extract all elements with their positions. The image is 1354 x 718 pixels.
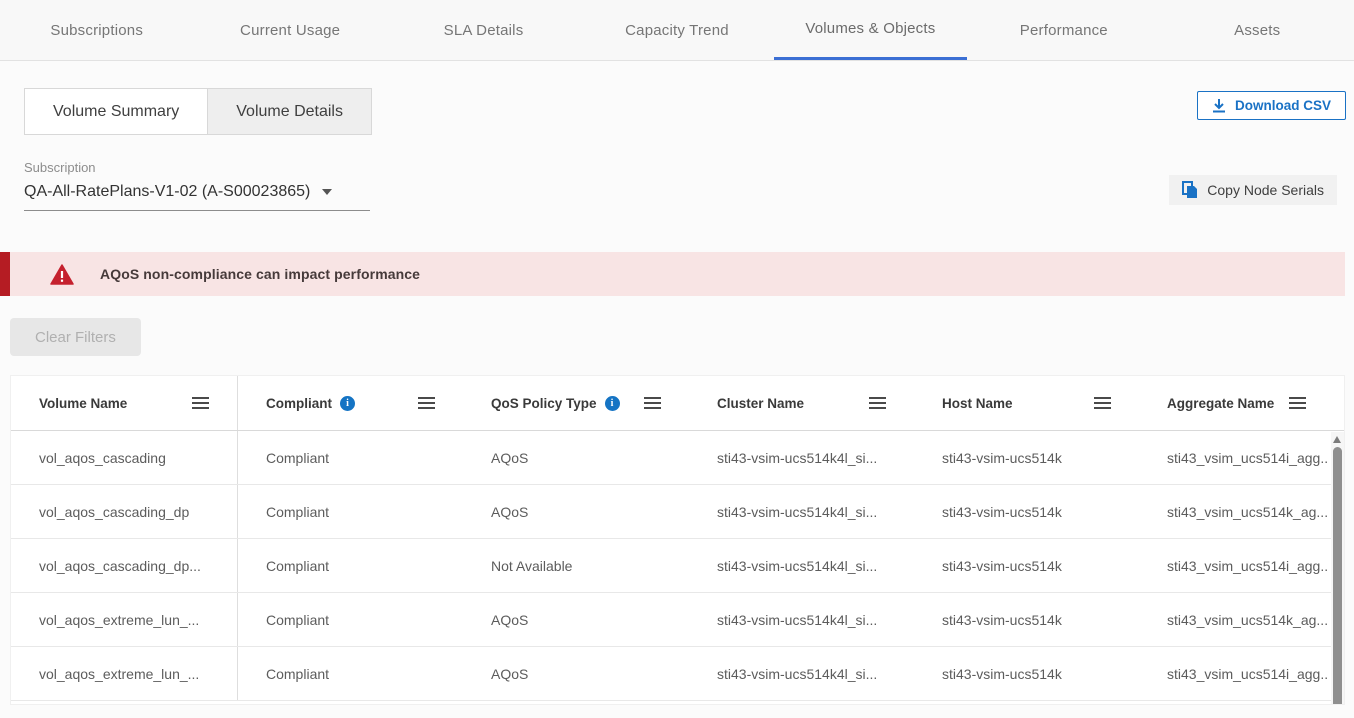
column-header-aggregate-name: Aggregate Name: [1139, 376, 1344, 430]
tab-capacity-trend[interactable]: Capacity Trend: [580, 0, 773, 60]
clear-filters-button[interactable]: Clear Filters: [10, 318, 141, 356]
table-cell: Compliant: [238, 647, 463, 700]
info-icon[interactable]: i: [605, 396, 620, 411]
tab-volumes-objects[interactable]: Volumes & Objects: [774, 0, 967, 60]
column-header-qos-policy-type: QoS Policy Type i: [463, 376, 689, 430]
table-cell: vol_aqos_cascading_dp...: [11, 539, 238, 592]
table-cell: Compliant: [238, 431, 463, 484]
table-cell: vol_aqos_cascading: [11, 431, 238, 484]
table-cell: Compliant: [238, 539, 463, 592]
column-label: Aggregate Name: [1167, 396, 1274, 411]
vertical-scrollbar: [1331, 432, 1344, 704]
column-menu-icon[interactable]: [418, 397, 435, 409]
table-cell: sti43_vsim_ucs514k_ag...: [1139, 485, 1344, 538]
table-cell: Compliant: [238, 593, 463, 646]
column-menu-icon[interactable]: [644, 397, 661, 409]
tab-subscriptions[interactable]: Subscriptions: [0, 0, 193, 60]
table-cell: vol_aqos_extreme_lun_...: [11, 593, 238, 646]
table-cell: AQoS: [463, 485, 689, 538]
table-cell: AQoS: [463, 593, 689, 646]
subscription-label: Subscription: [24, 160, 370, 175]
table-cell: sti43_vsim_ucs514i_agg..: [1139, 539, 1344, 592]
table-row: vol_aqos_cascading_dp...CompliantNot Ava…: [11, 539, 1344, 593]
column-label: Host Name: [942, 396, 1013, 411]
table-row: vol_aqos_extreme_lun_...CompliantAQoSsti…: [11, 593, 1344, 647]
table-cell: Compliant: [238, 485, 463, 538]
info-icon[interactable]: i: [340, 396, 355, 411]
column-label: Volume Name: [39, 396, 127, 411]
table-cell: AQoS: [463, 431, 689, 484]
table-header-row: Volume Name Compliant i QoS Policy Type …: [11, 376, 1344, 431]
table-cell: AQoS: [463, 647, 689, 700]
tab-performance[interactable]: Performance: [967, 0, 1160, 60]
copy-node-serials-label: Copy Node Serials: [1207, 182, 1324, 198]
top-tab-bar: Subscriptions Current Usage SLA Details …: [0, 0, 1354, 61]
table-cell: sti43-vsim-ucs514k4l_si...: [689, 431, 914, 484]
warning-triangle-icon: [50, 264, 74, 285]
aqos-warning-banner: AQoS non-compliance can impact performan…: [0, 252, 1345, 296]
column-header-cluster-name: Cluster Name: [689, 376, 914, 430]
scrollbar-thumb[interactable]: [1333, 447, 1342, 705]
download-csv-label: Download CSV: [1235, 98, 1331, 113]
table-row: vol_aqos_cascading_dpCompliantAQoSsti43-…: [11, 485, 1344, 539]
column-header-host-name: Host Name: [914, 376, 1139, 430]
tab-current-usage[interactable]: Current Usage: [193, 0, 386, 60]
column-label: Compliant: [266, 396, 332, 411]
table-cell: sti43-vsim-ucs514k4l_si...: [689, 647, 914, 700]
tab-assets[interactable]: Assets: [1161, 0, 1354, 60]
summary-toolbar: Volume Summary Volume Details Download C…: [24, 88, 1346, 135]
download-csv-button[interactable]: Download CSV: [1197, 91, 1346, 120]
table-cell: vol_aqos_cascading_dp: [11, 485, 238, 538]
subscription-block: Subscription QA-All-RatePlans-V1-02 (A-S…: [24, 160, 370, 211]
column-header-volume-name: Volume Name: [11, 376, 238, 430]
chevron-down-icon: [322, 189, 332, 195]
table-cell: sti43-vsim-ucs514k: [914, 647, 1139, 700]
subscription-row: Subscription QA-All-RatePlans-V1-02 (A-S…: [24, 160, 1337, 211]
subscription-dropdown[interactable]: QA-All-RatePlans-V1-02 (A-S00023865): [24, 183, 370, 211]
column-header-compliant: Compliant i: [238, 376, 463, 430]
column-menu-icon[interactable]: [192, 397, 209, 409]
table-cell: sti43_vsim_ucs514i_agg..: [1139, 647, 1344, 700]
table-body: vol_aqos_cascadingCompliantAQoSsti43-vsi…: [11, 431, 1344, 705]
table-row-partial: [11, 701, 1344, 705]
column-label: Cluster Name: [717, 396, 804, 411]
column-menu-icon[interactable]: [1289, 397, 1306, 409]
table-cell: sti43_vsim_ucs514k_ag...: [1139, 593, 1344, 646]
copy-node-serials-button[interactable]: Copy Node Serials: [1169, 175, 1337, 205]
table-cell: sti43-vsim-ucs514k: [914, 539, 1139, 592]
volumes-table: Volume Name Compliant i QoS Policy Type …: [10, 375, 1345, 705]
subtab-volume-summary[interactable]: Volume Summary: [24, 88, 208, 135]
table-cell: sti43-vsim-ucs514k4l_si...: [689, 485, 914, 538]
tab-sla-details[interactable]: SLA Details: [387, 0, 580, 60]
warning-message: AQoS non-compliance can impact performan…: [100, 266, 420, 282]
table-cell: vol_aqos_extreme_lun_...: [11, 647, 238, 700]
column-menu-icon[interactable]: [869, 397, 886, 409]
table-cell: Not Available: [463, 539, 689, 592]
subtab-volume-details[interactable]: Volume Details: [208, 88, 372, 135]
table-row: vol_aqos_extreme_lun_...CompliantAQoSsti…: [11, 647, 1344, 701]
copy-icon: [1182, 181, 1198, 199]
table-cell: sti43_vsim_ucs514i_agg..: [1139, 431, 1344, 484]
volume-view-switcher: Volume Summary Volume Details: [24, 88, 372, 135]
subscription-value: QA-All-RatePlans-V1-02 (A-S00023865): [24, 183, 310, 201]
table-cell: sti43-vsim-ucs514k: [914, 593, 1139, 646]
scrollbar-up-arrow-icon[interactable]: [1333, 436, 1341, 443]
table-cell: sti43-vsim-ucs514k4l_si...: [689, 539, 914, 592]
download-icon: [1212, 98, 1226, 113]
table-cell: sti43-vsim-ucs514k: [914, 431, 1139, 484]
column-menu-icon[interactable]: [1094, 397, 1111, 409]
table-row: vol_aqos_cascadingCompliantAQoSsti43-vsi…: [11, 431, 1344, 485]
table-cell: sti43-vsim-ucs514k4l_si...: [689, 593, 914, 646]
column-label: QoS Policy Type: [491, 396, 597, 411]
table-cell: sti43-vsim-ucs514k: [914, 485, 1139, 538]
